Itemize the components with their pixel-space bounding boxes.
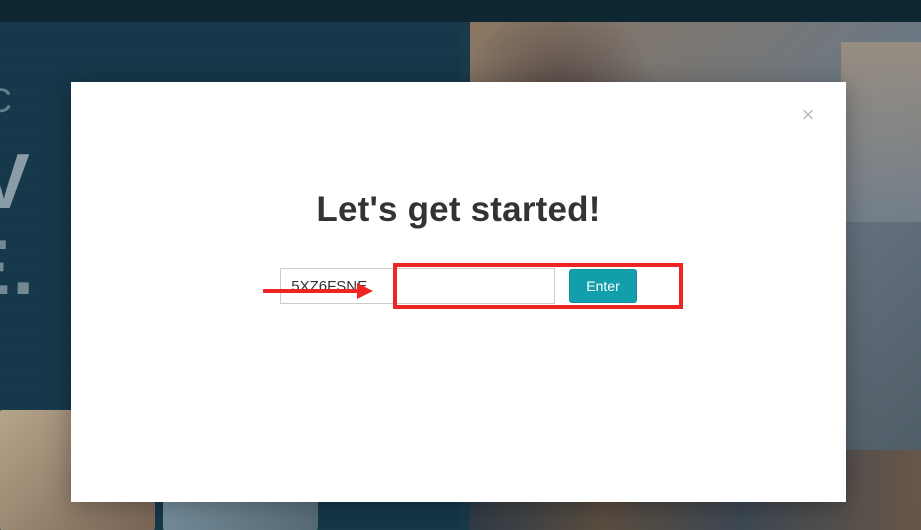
close-icon: × — [802, 102, 815, 127]
close-button[interactable]: × — [798, 104, 818, 124]
code-entry-form: Enter — [105, 268, 812, 304]
code-input[interactable] — [280, 268, 555, 304]
get-started-modal: × Let's get started! Enter — [71, 82, 846, 502]
modal-backdrop: × Let's get started! Enter — [0, 0, 921, 530]
modal-title: Let's get started! — [105, 190, 812, 230]
enter-button[interactable]: Enter — [569, 269, 636, 303]
